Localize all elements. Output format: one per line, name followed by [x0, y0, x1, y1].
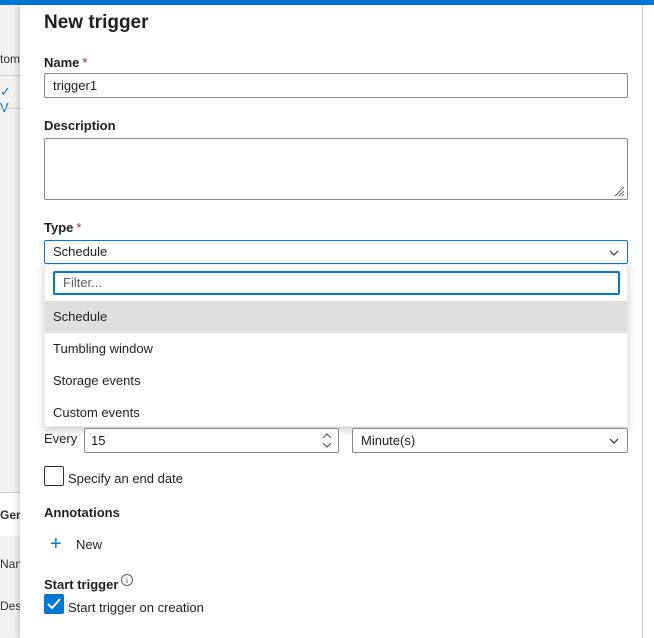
unit-selected-value: Minute(s) [361, 433, 416, 448]
end-date-checkbox[interactable] [44, 466, 64, 486]
description-textarea[interactable] [44, 138, 628, 200]
option-custom-events[interactable]: Custom events [45, 397, 627, 429]
start-trigger-checkbox-label[interactable]: Start trigger on creation [68, 600, 204, 615]
every-label: Every [44, 431, 78, 446]
unit-dropdown[interactable]: Minute(s) [352, 428, 628, 453]
panel-title: New trigger [44, 12, 149, 33]
background-divider [0, 75, 20, 76]
option-storage-events[interactable]: Storage events [45, 365, 627, 397]
plus-icon: + [50, 533, 62, 555]
background-check-glyph: ✓ V [0, 84, 11, 115]
background-name-label: Nan [0, 557, 20, 571]
type-selected-value: Schedule [53, 244, 108, 259]
type-label: Type * [44, 220, 82, 235]
spinner-icon[interactable] [320, 432, 334, 449]
description-label: Description [44, 118, 116, 133]
required-marker: * [82, 55, 88, 70]
background-general-tab-label: Ger [0, 508, 20, 522]
checkmark-icon [47, 598, 61, 610]
start-trigger-checkbox[interactable] [44, 594, 64, 614]
filter-input[interactable]: Filter... [53, 271, 620, 295]
background-page: tom ✓ V Ger Nan Des [0, 0, 20, 638]
type-dropdown-menu: Filter... Schedule Tumbling window Stora… [44, 264, 628, 427]
background-divider [0, 108, 20, 109]
start-trigger-label: Start trigger [44, 577, 119, 592]
background-description-label: Des [0, 599, 20, 613]
chevron-down-icon [609, 438, 619, 444]
end-date-label[interactable]: Specify an end date [68, 471, 183, 486]
interval-value: 15 [91, 433, 106, 448]
required-marker: * [76, 220, 82, 235]
new-trigger-panel: New trigger Name * trigger1 Description T… [20, 5, 642, 638]
new-annotation-label: New [76, 536, 103, 552]
option-tumbling-window[interactable]: Tumbling window [45, 333, 627, 365]
type-dropdown[interactable]: Schedule [44, 240, 628, 264]
info-icon[interactable]: i [121, 574, 133, 586]
panel-border [642, 5, 643, 638]
resize-grip-icon[interactable] [613, 185, 625, 197]
background-tab-label: tom [0, 52, 20, 66]
chevron-down-icon [609, 250, 619, 256]
name-input[interactable]: trigger1 [44, 73, 628, 98]
name-label: Name * [44, 55, 88, 70]
new-annotation-button[interactable]: + New [50, 532, 102, 556]
interval-input[interactable]: 15 [84, 428, 339, 453]
annotations-label: Annotations [44, 505, 120, 520]
option-schedule[interactable]: Schedule [45, 301, 627, 333]
